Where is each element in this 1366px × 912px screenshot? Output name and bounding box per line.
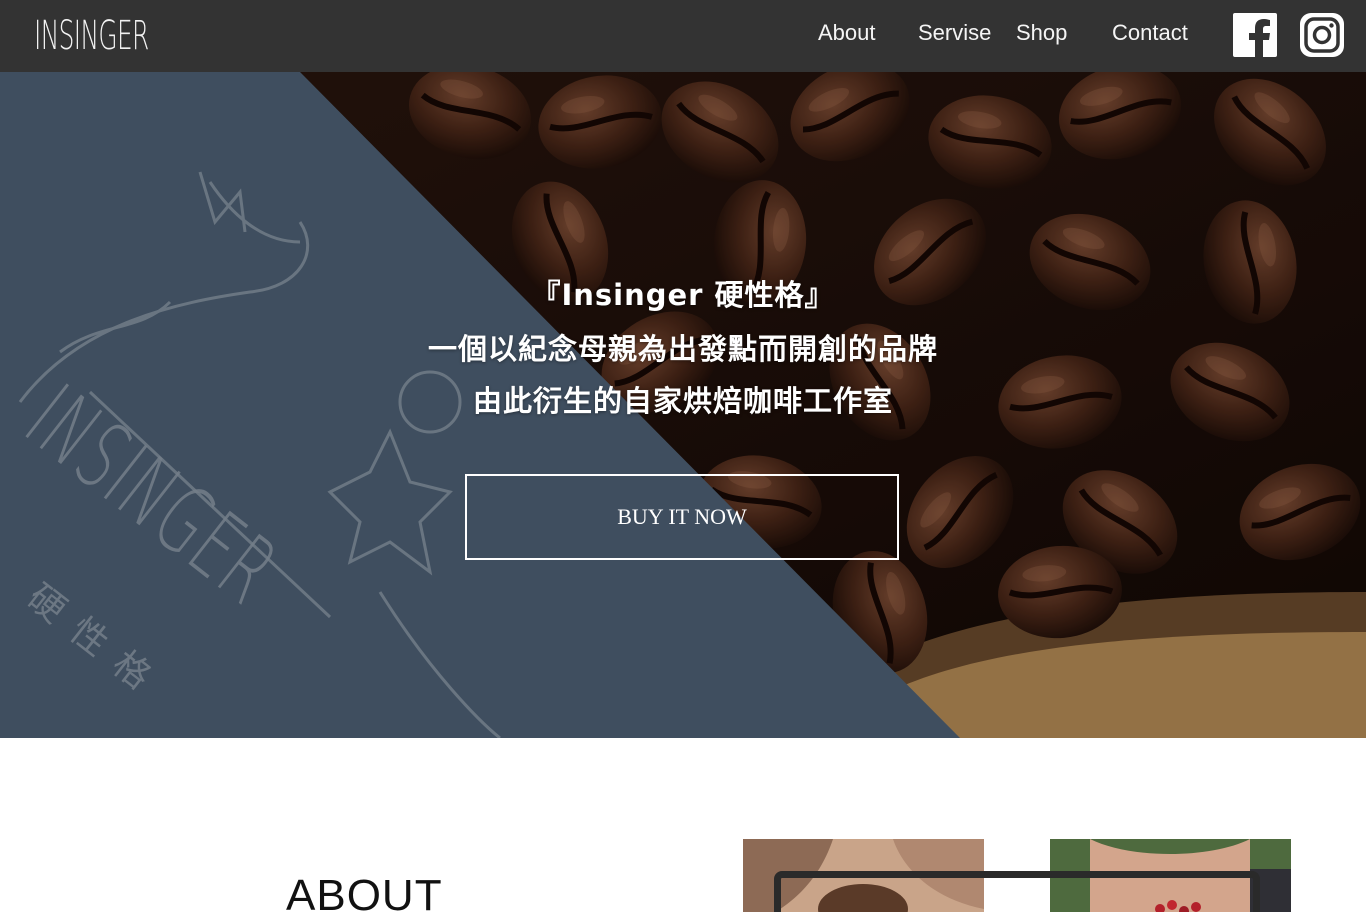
facebook-icon[interactable] bbox=[1233, 13, 1277, 57]
hero-tagline-line-2: 由此衍生的自家烘焙咖啡工作室 bbox=[472, 384, 893, 418]
about-heading: ABOUT bbox=[286, 871, 443, 912]
hero-tagline-line-1: 一個以紀念母親為出發點而開創的品牌 bbox=[427, 332, 938, 366]
nav-contact-link[interactable]: Contact bbox=[1112, 18, 1188, 48]
brand-logo[interactable]: INSINGER bbox=[34, 12, 149, 60]
hero-title: 『Insinger 硬性格』 bbox=[531, 278, 835, 312]
instagram-icon[interactable] bbox=[1300, 13, 1344, 57]
nav-shop-link[interactable]: Shop bbox=[1016, 18, 1067, 48]
nav-about-link[interactable]: About bbox=[818, 18, 876, 48]
top-navbar: INSINGER About Servise Shop Contact bbox=[0, 0, 1366, 72]
nav-servise-link[interactable]: Servise bbox=[918, 18, 991, 48]
about-section: ABOUT bbox=[0, 738, 1366, 912]
hero-section: INSINGER 硬性格 『Insinger 硬性格』 一個以紀念母親為出發點而… bbox=[0, 72, 1366, 738]
about-image-frame bbox=[774, 871, 1260, 912]
buy-it-now-button[interactable]: BUY IT NOW bbox=[465, 474, 899, 560]
